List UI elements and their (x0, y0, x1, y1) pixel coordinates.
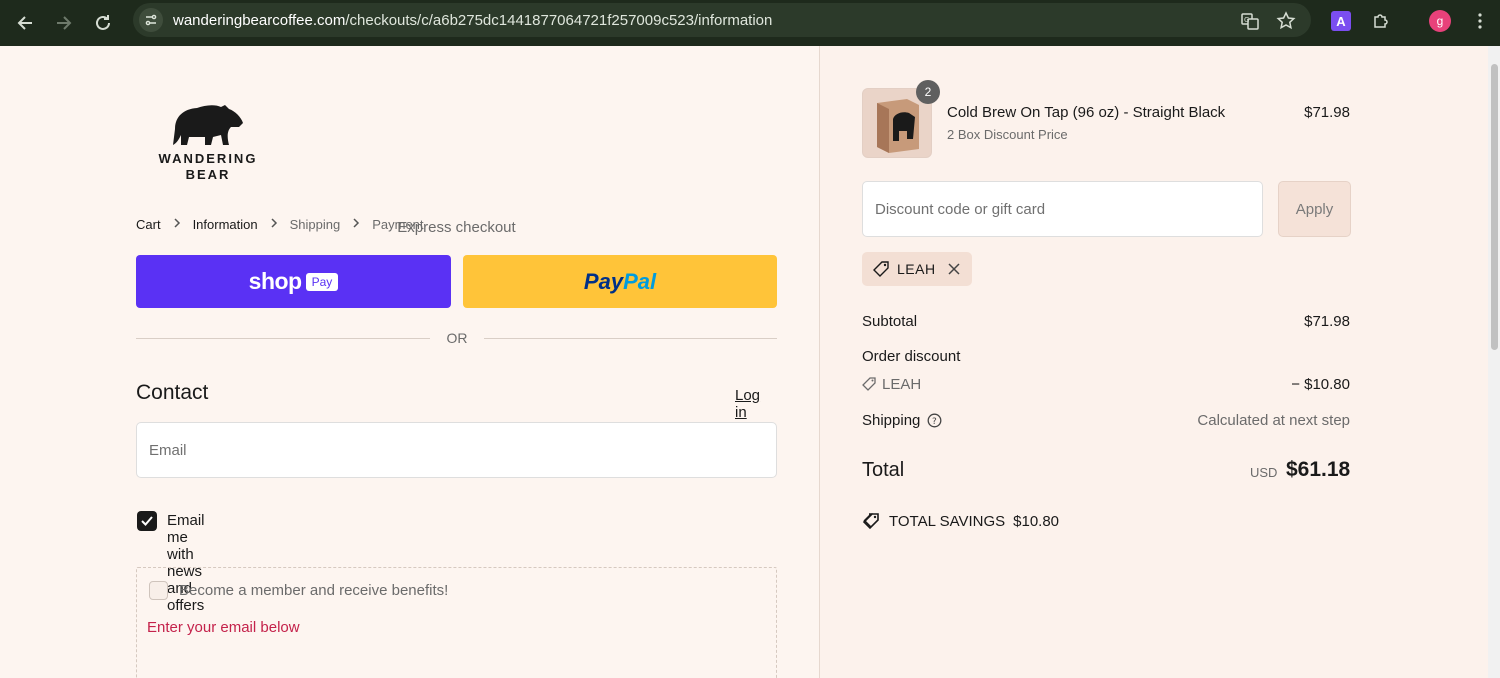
discount-tag-icon (862, 377, 876, 391)
svg-text:?: ? (932, 417, 937, 427)
checkmark-icon (141, 516, 153, 526)
scrollbar-thumb[interactable] (1491, 64, 1498, 350)
shop-pay-button[interactable]: shop Pay (136, 255, 451, 308)
back-button[interactable] (11, 9, 39, 37)
shop-pay-word: shop (248, 268, 302, 294)
extension-letter: A (1331, 11, 1351, 31)
paypal-word-1: Pay (583, 268, 624, 294)
savings-value: $10.80 (1013, 512, 1060, 530)
url-text: wanderingbearcoffee.com/checkouts/c/a6b2… (173, 12, 772, 29)
apply-discount-button[interactable]: Apply (1278, 181, 1351, 237)
site-info-icon[interactable] (139, 8, 163, 32)
contact-heading: Contact (136, 381, 209, 404)
membership-box: Become a member and receive benefits! En… (136, 567, 777, 678)
browser-toolbar: wanderingbearcoffee.com/checkouts/c/a6b2… (0, 0, 1500, 46)
login-link[interactable]: Log in (735, 387, 760, 421)
help-circle-icon[interactable]: ? (927, 413, 942, 428)
browser-menu-icon[interactable] (1468, 9, 1492, 33)
product-price: $71.98 (1304, 104, 1350, 121)
subtotal-label: Subtotal (862, 313, 918, 330)
order-discount-label: Order discount (862, 348, 961, 365)
translate-icon[interactable]: G (1238, 9, 1262, 33)
svg-text:G: G (1244, 16, 1249, 24)
product-variant: 2 Box Discount Price (947, 127, 1068, 142)
total-savings: TOTAL SAVINGS $10.80 (862, 512, 1059, 530)
membership-label[interactable]: Become a member and receive benefits! (179, 582, 448, 599)
page-scrollbar[interactable] (1488, 46, 1500, 678)
membership-hint: Enter your email below (147, 619, 300, 636)
discount-value: − $10.80 (1291, 376, 1350, 393)
email-input[interactable] (136, 422, 777, 478)
tag-icon (873, 261, 889, 277)
brand-logo[interactable]: WANDERING BEAR (156, 101, 260, 183)
shop-pay-badge: Pay (305, 272, 339, 291)
forward-button[interactable] (50, 9, 78, 37)
profile-avatar[interactable]: g (1428, 9, 1452, 33)
shipping-value: Calculated at next step (1197, 412, 1350, 429)
applied-code-tag: LEAH (862, 252, 972, 286)
paypal-word-2: Pal (623, 268, 657, 294)
bookmark-star-icon[interactable] (1274, 9, 1298, 33)
logo-word-1: WANDERING (158, 151, 258, 166)
savings-label: TOTAL SAVINGS (889, 512, 1006, 530)
divider-line-right (484, 338, 777, 339)
quantity-badge: 2 (916, 80, 940, 104)
or-divider: OR (136, 330, 777, 346)
newsletter-checkbox[interactable] (137, 511, 157, 531)
address-bar[interactable]: wanderingbearcoffee.com/checkouts/c/a6b2… (133, 3, 1311, 37)
express-checkout-heading: Express checkout (397, 219, 516, 236)
or-text: OR (446, 330, 468, 346)
total-currency: USD (1250, 465, 1278, 480)
membership-checkbox[interactable] (149, 581, 168, 600)
bear-icon (173, 105, 243, 145)
paypal-button[interactable]: Pay Pal (463, 255, 777, 308)
total-label: Total (862, 459, 905, 481)
extensions-puzzle-icon[interactable] (1369, 9, 1393, 33)
applied-code-text: LEAH (897, 261, 936, 277)
discount-code-input[interactable] (862, 181, 1263, 237)
reload-button[interactable] (89, 9, 117, 37)
discount-code-label: LEAH (882, 376, 922, 393)
url-path: /checkouts/c/a6b275dc1441877064721f25700… (345, 12, 773, 29)
subtotal-value: $71.98 (1304, 313, 1350, 330)
order-summary: 2 Cold Brew On Tap (96 oz) - Straight Bl… (820, 46, 1488, 678)
savings-tag-icon (862, 513, 879, 530)
url-host: wanderingbearcoffee.com (173, 12, 346, 29)
extension-a-icon[interactable]: A (1329, 9, 1353, 33)
logo-word-2: BEAR (185, 167, 231, 182)
profile-initial: g (1429, 10, 1451, 32)
total-amount: $61.18 (1286, 458, 1351, 481)
product-name: Cold Brew On Tap (96 oz) - Straight Blac… (947, 104, 1226, 121)
shipping-label: Shipping (862, 412, 921, 429)
remove-code-icon[interactable] (948, 263, 960, 275)
divider-line-left (136, 338, 430, 339)
